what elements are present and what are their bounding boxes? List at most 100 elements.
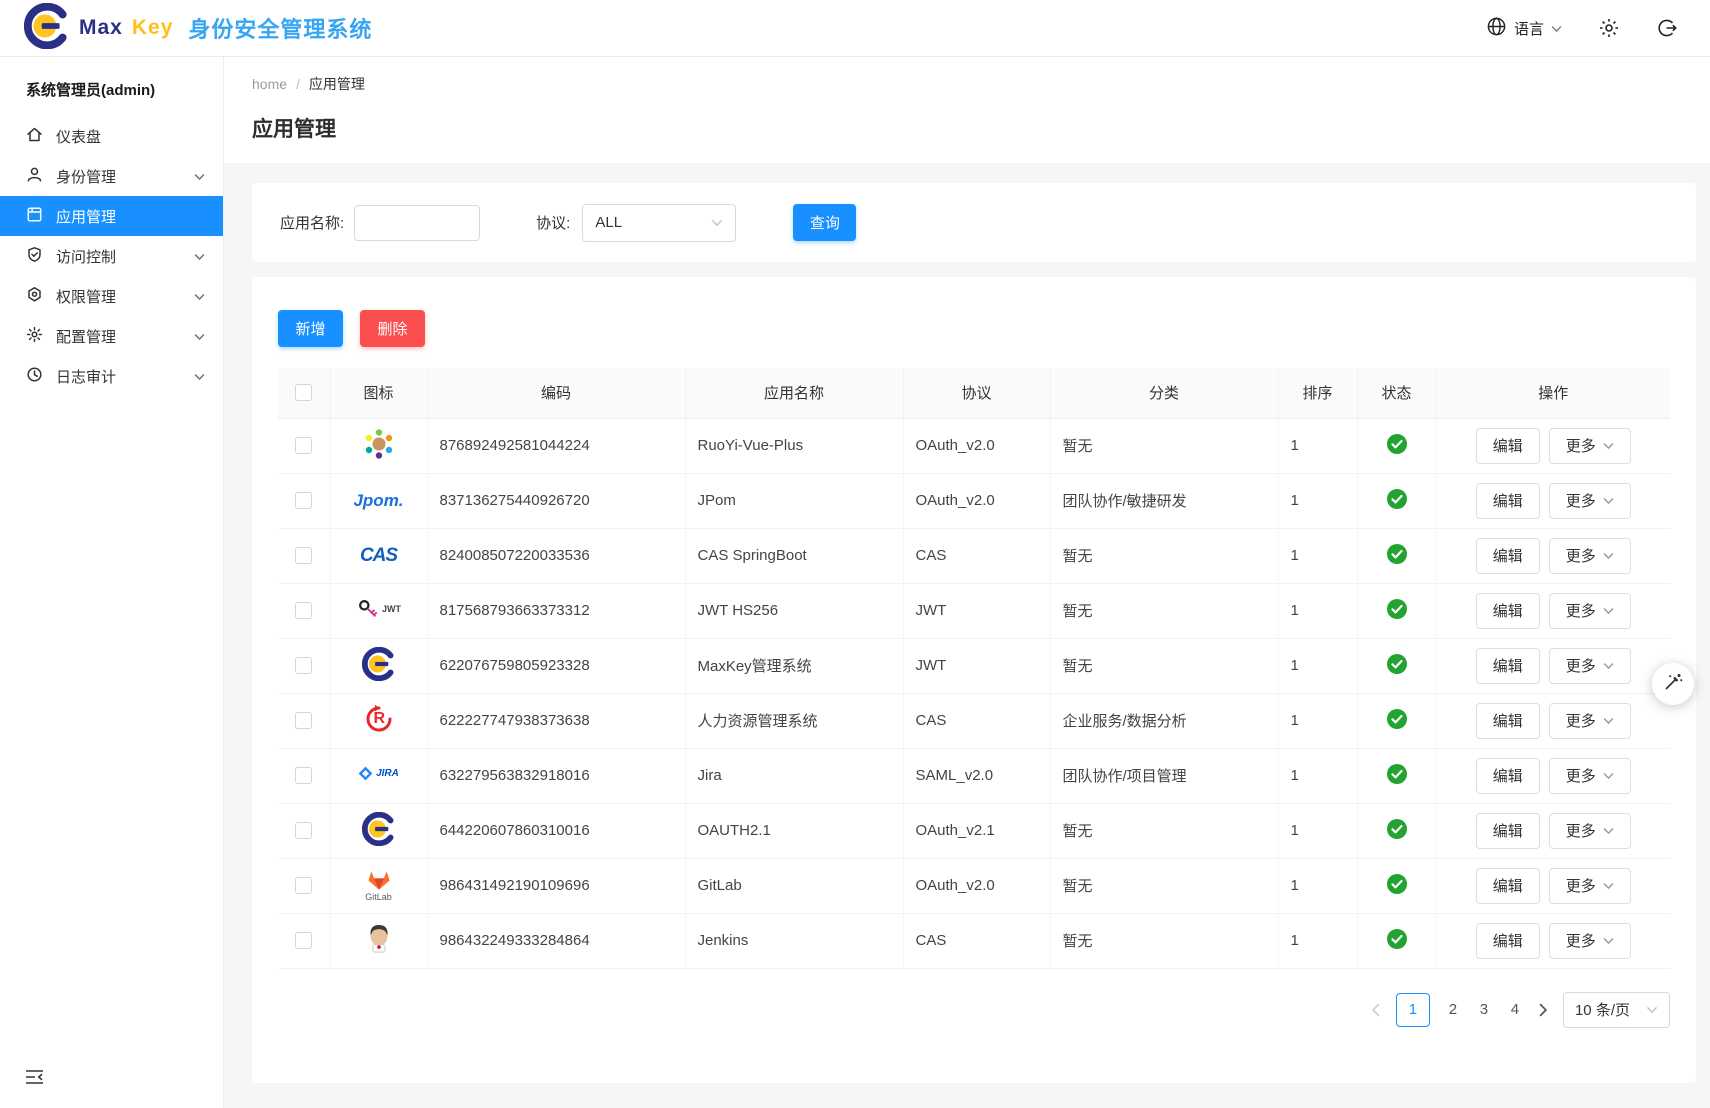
- page-size-select[interactable]: 10 条/页: [1563, 992, 1670, 1028]
- page-number-3[interactable]: 3: [1476, 1001, 1492, 1018]
- apps-table: 图标编码应用名称协议分类排序状态操作 876892492581044224Ruo…: [278, 368, 1670, 969]
- chevron-down-icon: [1603, 602, 1614, 619]
- page-number-1-active[interactable]: 1: [1396, 993, 1430, 1027]
- edit-button[interactable]: 编辑: [1476, 593, 1540, 629]
- app-name-input[interactable]: [354, 205, 480, 241]
- chevron-down-icon: [1603, 767, 1614, 784]
- column-header: 分类: [1050, 368, 1278, 418]
- status-enabled-icon: [1387, 599, 1407, 619]
- chevron-down-icon: [711, 214, 723, 231]
- topbar-actions: 语言: [1486, 16, 1710, 41]
- page-numbers: 1234: [1396, 993, 1523, 1027]
- prev-page-icon[interactable]: [1371, 1003, 1381, 1017]
- more-button[interactable]: 更多: [1549, 758, 1631, 794]
- logout-button[interactable]: [1656, 17, 1678, 39]
- row-checkbox[interactable]: [295, 712, 312, 729]
- app-protocol: OAuth_v2.0: [903, 418, 1050, 473]
- protocol-select[interactable]: ALL: [582, 204, 736, 242]
- more-button[interactable]: 更多: [1549, 538, 1631, 574]
- app-protocol: JWT: [903, 583, 1050, 638]
- table-row: JWT817568793663373312JWT HS256JWT暂无1 编辑更…: [278, 583, 1670, 638]
- row-checkbox[interactable]: [295, 657, 312, 674]
- column-header: 图标: [330, 368, 427, 418]
- edit-button[interactable]: 编辑: [1476, 758, 1540, 794]
- sidebar-item-label: 访问控制: [56, 246, 116, 267]
- select-all-checkbox[interactable]: [295, 384, 312, 401]
- sidebar-item-label: 日志审计: [56, 366, 116, 387]
- table-panel: 新增 删除 图标编码应用名称协议分类排序状态操作 876892492581044…: [252, 277, 1696, 1083]
- next-page-icon[interactable]: [1538, 1003, 1548, 1017]
- more-button[interactable]: 更多: [1549, 813, 1631, 849]
- sidebar-item-identity[interactable]: 身份管理: [0, 156, 223, 196]
- add-button[interactable]: 新增: [278, 310, 343, 347]
- more-button[interactable]: 更多: [1549, 483, 1631, 519]
- edit-button[interactable]: 编辑: [1476, 483, 1540, 519]
- delete-button[interactable]: 删除: [360, 310, 425, 347]
- sidebar-item-config[interactable]: 配置管理: [0, 316, 223, 356]
- breadcrumb: home / 应用管理: [252, 74, 1710, 94]
- app-category: 暂无: [1050, 583, 1278, 638]
- page-number-2[interactable]: 2: [1445, 1001, 1461, 1018]
- row-checkbox[interactable]: [295, 822, 312, 839]
- settings-button[interactable]: [1598, 17, 1620, 39]
- page-number-4[interactable]: 4: [1507, 1001, 1523, 1018]
- edit-button[interactable]: 编辑: [1476, 868, 1540, 904]
- app-sort: 1: [1278, 638, 1357, 693]
- column-header: 编码: [427, 368, 685, 418]
- language-switcher[interactable]: 语言: [1486, 16, 1562, 41]
- language-label: 语言: [1514, 18, 1544, 39]
- brand-text-max: Max: [79, 16, 123, 40]
- edit-button[interactable]: 编辑: [1476, 538, 1540, 574]
- brand-logo[interactable]: MaxKey 身份安全管理系统: [0, 3, 372, 54]
- row-checkbox[interactable]: [295, 602, 312, 619]
- edit-button[interactable]: 编辑: [1476, 428, 1540, 464]
- chevron-down-icon: [1603, 932, 1614, 949]
- breadcrumb-home-link[interactable]: home: [252, 76, 287, 92]
- chevron-down-icon: [1603, 492, 1614, 509]
- edit-button[interactable]: 编辑: [1476, 923, 1540, 959]
- table-row: 622076759805923328MaxKey管理系统JWT暂无1 编辑更多: [278, 638, 1670, 693]
- row-checkbox[interactable]: [295, 492, 312, 509]
- edit-button[interactable]: 编辑: [1476, 813, 1540, 849]
- edit-button[interactable]: 编辑: [1476, 648, 1540, 684]
- sidebar-item-audit[interactable]: 日志审计: [0, 356, 223, 396]
- app-icon: [26, 206, 43, 227]
- chevron-down-icon: [1603, 657, 1614, 674]
- column-header: 状态: [1357, 368, 1436, 418]
- row-checkbox[interactable]: [295, 877, 312, 894]
- more-button[interactable]: 更多: [1549, 428, 1631, 464]
- sidebar-item-access[interactable]: 访问控制: [0, 236, 223, 276]
- access-icon: [26, 246, 43, 267]
- sidebar-item-apps[interactable]: 应用管理: [0, 196, 223, 236]
- row-checkbox[interactable]: [295, 437, 312, 454]
- search-button[interactable]: 查询: [793, 204, 856, 241]
- column-header: 排序: [1278, 368, 1357, 418]
- edit-button[interactable]: 编辑: [1476, 703, 1540, 739]
- jenkins-logo-icon: [364, 923, 394, 955]
- row-checkbox[interactable]: [295, 932, 312, 949]
- app-code: 824008507220033536: [427, 528, 685, 583]
- sidebar-item-dashboard[interactable]: 仪表盘: [0, 116, 223, 156]
- identity-icon: [26, 166, 43, 187]
- jpom-logo-icon: Jpom.: [353, 491, 403, 511]
- dashboard-icon: [26, 126, 43, 147]
- row-checkbox[interactable]: [295, 767, 312, 784]
- menu-fold-icon[interactable]: [24, 1067, 45, 1092]
- more-button[interactable]: 更多: [1549, 923, 1631, 959]
- more-button[interactable]: 更多: [1549, 703, 1631, 739]
- table-row: R622227747938373638人力资源管理系统CAS企业服务/数据分析1…: [278, 693, 1670, 748]
- more-button[interactable]: 更多: [1549, 648, 1631, 684]
- app-sort: 1: [1278, 418, 1357, 473]
- topbar: MaxKey 身份安全管理系统 语言: [0, 0, 1710, 57]
- page-size-value: 10 条/页: [1575, 999, 1630, 1020]
- chevron-down-icon: [1603, 437, 1614, 454]
- sidebar-item-permission[interactable]: 权限管理: [0, 276, 223, 316]
- theme-settings-button[interactable]: [1652, 663, 1694, 705]
- breadcrumb-separator: /: [296, 76, 300, 92]
- app-name: JPom: [685, 473, 903, 528]
- filter-panel: 应用名称: 协议: ALL 查询: [252, 183, 1696, 262]
- row-checkbox[interactable]: [295, 547, 312, 564]
- more-button[interactable]: 更多: [1549, 593, 1631, 629]
- more-button[interactable]: 更多: [1549, 868, 1631, 904]
- page-title: 应用管理: [252, 113, 1710, 143]
